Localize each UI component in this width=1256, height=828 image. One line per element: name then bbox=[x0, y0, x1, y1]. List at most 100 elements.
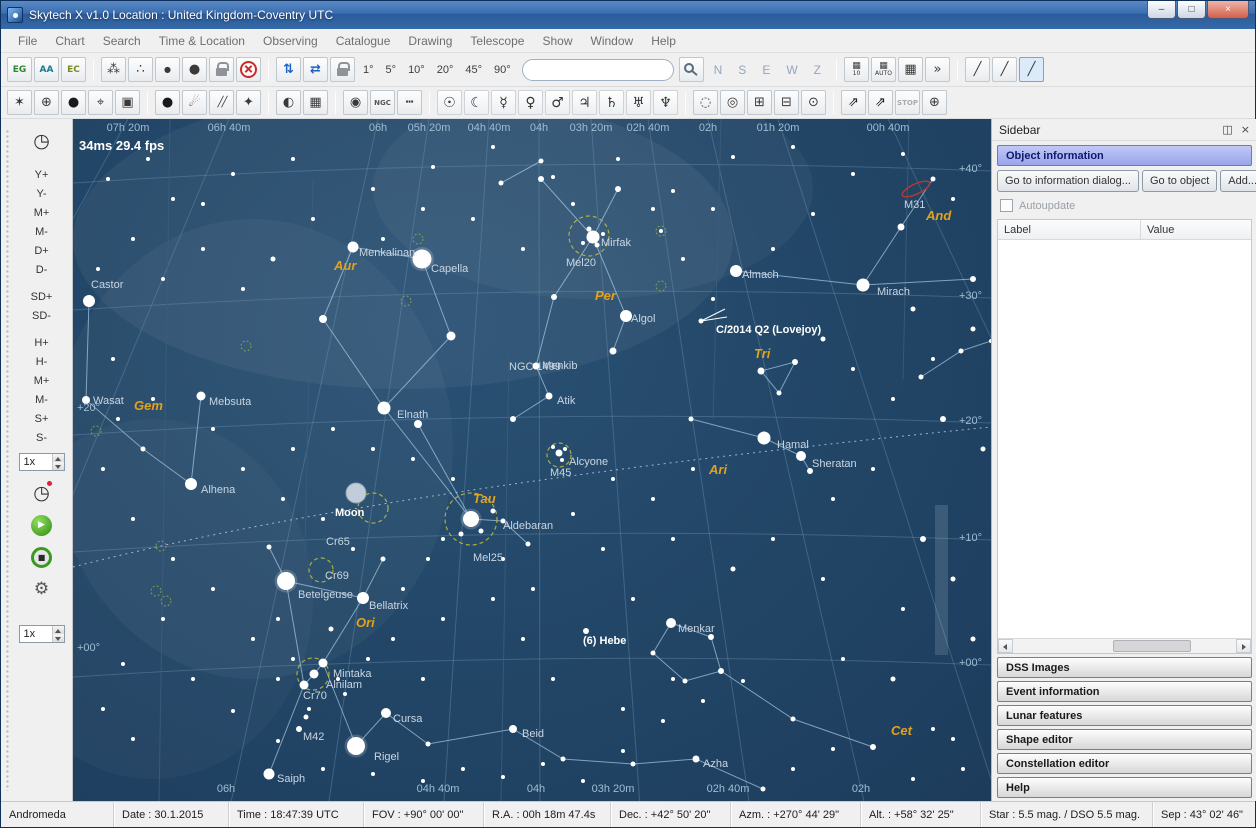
time-m-minus-button[interactable]: M- bbox=[23, 390, 61, 409]
animation-speed-spinner[interactable]: 1x bbox=[19, 625, 65, 643]
close-button[interactable]: × bbox=[1207, 1, 1249, 19]
date-m-plus-button[interactable]: M+ bbox=[23, 203, 61, 222]
fov-preset-45-button[interactable]: 45° bbox=[459, 59, 488, 81]
saturn-button[interactable]: ♄ bbox=[599, 90, 624, 115]
ecliptic-path-button[interactable]: ┅ bbox=[397, 90, 422, 115]
menu-telescope[interactable]: Telescope bbox=[461, 29, 533, 52]
animation-speed-spinner-down-arrow[interactable] bbox=[53, 634, 64, 642]
pan-horizontal-button[interactable]: ⇄ bbox=[303, 57, 328, 82]
goto-information-dialog-button[interactable]: Go to information dialog... bbox=[997, 170, 1139, 192]
fov-indicator-button[interactable]: ▣ bbox=[115, 90, 140, 115]
meteor-showers-button[interactable]: ╱╱ bbox=[209, 90, 234, 115]
menu-drawing[interactable]: Drawing bbox=[399, 29, 461, 52]
view-altazimuth-button[interactable]: AA bbox=[34, 57, 59, 82]
time-speed-spinner-down-arrow[interactable] bbox=[53, 462, 64, 470]
zoom-out-button[interactable]: ⊟ bbox=[774, 90, 799, 115]
shadow-cone-button[interactable]: ◐ bbox=[276, 90, 301, 115]
venus-button[interactable]: ♀ bbox=[518, 90, 543, 115]
date-y-plus-button[interactable]: Y+ bbox=[23, 165, 61, 184]
add-button[interactable]: Add... bbox=[1220, 170, 1256, 192]
search-input[interactable] bbox=[522, 59, 674, 81]
fov-preset-20-button[interactable]: 20° bbox=[431, 59, 460, 81]
direction-s-button[interactable]: S bbox=[730, 59, 754, 81]
time-speed-spinner[interactable]: 1x bbox=[19, 453, 65, 471]
direction-n-button[interactable]: N bbox=[706, 59, 731, 81]
direction-e-button[interactable]: E bbox=[754, 59, 778, 81]
autoupdate-checkbox[interactable] bbox=[1000, 199, 1013, 212]
maximize-button[interactable]: □ bbox=[1177, 1, 1206, 19]
date-d-plus-button[interactable]: D+ bbox=[23, 241, 61, 260]
fov-preset-1-button[interactable]: 1° bbox=[357, 59, 380, 81]
object-information-header[interactable]: Object information bbox=[997, 145, 1252, 166]
moon-button[interactable]: ☾ bbox=[464, 90, 489, 115]
date-y-minus-button[interactable]: Y- bbox=[23, 184, 61, 203]
uranus-button[interactable]: ♅ bbox=[626, 90, 651, 115]
planet-disc-large-button[interactable]: ● bbox=[182, 57, 207, 82]
scroll-left-arrow[interactable] bbox=[998, 639, 1013, 653]
planet-disc-small-button[interactable]: ● bbox=[155, 57, 180, 82]
animation-speed-spinner-up-arrow[interactable] bbox=[53, 626, 64, 634]
center-object-button[interactable]: ◎ bbox=[720, 90, 745, 115]
section-help[interactable]: Help bbox=[997, 777, 1252, 798]
finder-scope-button[interactable]: ⌖ bbox=[88, 90, 113, 115]
ephemerides-table-button[interactable]: ▦ bbox=[303, 90, 328, 115]
telescope-track-button[interactable]: ⊕ bbox=[922, 90, 947, 115]
sky-chart[interactable]: CastorMenkalinanCapellaMirfakMel20AlgolA… bbox=[73, 119, 991, 801]
grid-step-auto-button[interactable]: ▦AUTO bbox=[871, 57, 896, 82]
column-header-label[interactable]: Label bbox=[998, 220, 1141, 239]
mercury-button[interactable]: ☿ bbox=[491, 90, 516, 115]
coordinate-grid-button[interactable]: ⊕ bbox=[34, 90, 59, 115]
section-shape-editor[interactable]: Shape editor bbox=[997, 729, 1252, 750]
section-constellation-editor[interactable]: Constellation editor bbox=[997, 753, 1252, 774]
table-horizontal-scrollbar[interactable] bbox=[998, 638, 1251, 653]
time-s-minus-button[interactable]: S- bbox=[23, 428, 61, 447]
field-circle-button[interactable]: ⊙ bbox=[801, 90, 826, 115]
scroll-track[interactable] bbox=[1013, 639, 1236, 653]
view-equatorial-button[interactable]: EG bbox=[7, 57, 32, 82]
orbit-display-button[interactable]: ◌ bbox=[693, 90, 718, 115]
fov-preset-90-button[interactable]: 90° bbox=[488, 59, 517, 81]
comets-button[interactable]: ☄ bbox=[182, 90, 207, 115]
ngc-catalogue-button[interactable]: NGC bbox=[370, 90, 395, 115]
compass-button[interactable]: ✶ bbox=[7, 90, 32, 115]
pan-vertical-button[interactable]: ⇅ bbox=[276, 57, 301, 82]
section-dss-images[interactable]: DSS Images bbox=[997, 657, 1252, 678]
date-d-minus-button[interactable]: D- bbox=[23, 260, 61, 279]
measure-tool-button[interactable]: ╱ bbox=[965, 57, 990, 82]
toolbar-overflow-button[interactable]: » bbox=[925, 57, 950, 82]
solar-system-button[interactable]: ● bbox=[155, 90, 180, 115]
sidereal-sd-plus-button[interactable]: SD+ bbox=[23, 287, 61, 306]
time-stop-button[interactable]: ■ bbox=[26, 543, 58, 571]
menu-time-location[interactable]: Time & Location bbox=[150, 29, 254, 52]
grid-toggle-button[interactable]: ▦ bbox=[898, 57, 923, 82]
menu-help[interactable]: Help bbox=[642, 29, 685, 52]
scroll-right-arrow[interactable] bbox=[1236, 639, 1251, 653]
deep-sky-button[interactable]: ◉ bbox=[343, 90, 368, 115]
clear-selection-button[interactable] bbox=[236, 57, 261, 82]
goto-object-button[interactable]: Go to object bbox=[1142, 170, 1217, 192]
telescope-sync-button[interactable]: ⇗ bbox=[868, 90, 893, 115]
time-dialog-button[interactable]: ◷ bbox=[26, 127, 58, 155]
time-m-plus-button[interactable]: M+ bbox=[23, 371, 61, 390]
fov-preset-5-button[interactable]: 5° bbox=[380, 59, 403, 81]
star-field-button[interactable]: ⁂ bbox=[101, 57, 126, 82]
grid-step-10-button[interactable]: ▦10 bbox=[844, 57, 869, 82]
time-h-minus-button[interactable]: H- bbox=[23, 352, 61, 371]
scroll-thumb[interactable] bbox=[1113, 640, 1191, 652]
time-speed-spinner-up-arrow[interactable] bbox=[53, 454, 64, 462]
date-m-minus-button[interactable]: M- bbox=[23, 222, 61, 241]
menu-search[interactable]: Search bbox=[94, 29, 150, 52]
menu-catalogue[interactable]: Catalogue bbox=[327, 29, 400, 52]
lock-scroll-button[interactable] bbox=[330, 57, 355, 82]
sidereal-sd-minus-button[interactable]: SD- bbox=[23, 306, 61, 325]
star-filter-button[interactable]: ∴ bbox=[128, 57, 153, 82]
measure-mode-button[interactable]: ╱ bbox=[1019, 57, 1044, 82]
horizon-fill-button[interactable]: ● bbox=[61, 90, 86, 115]
view-ecliptic-button[interactable]: EC bbox=[61, 57, 86, 82]
satellites-button[interactable]: ✦ bbox=[236, 90, 261, 115]
sun-button[interactable]: ☉ bbox=[437, 90, 462, 115]
menu-show[interactable]: Show bbox=[533, 29, 581, 52]
sidebar-float-button[interactable]: ◫ bbox=[1222, 123, 1232, 136]
section-event-information[interactable]: Event information bbox=[997, 681, 1252, 702]
zoom-in-button[interactable]: ⊞ bbox=[747, 90, 772, 115]
